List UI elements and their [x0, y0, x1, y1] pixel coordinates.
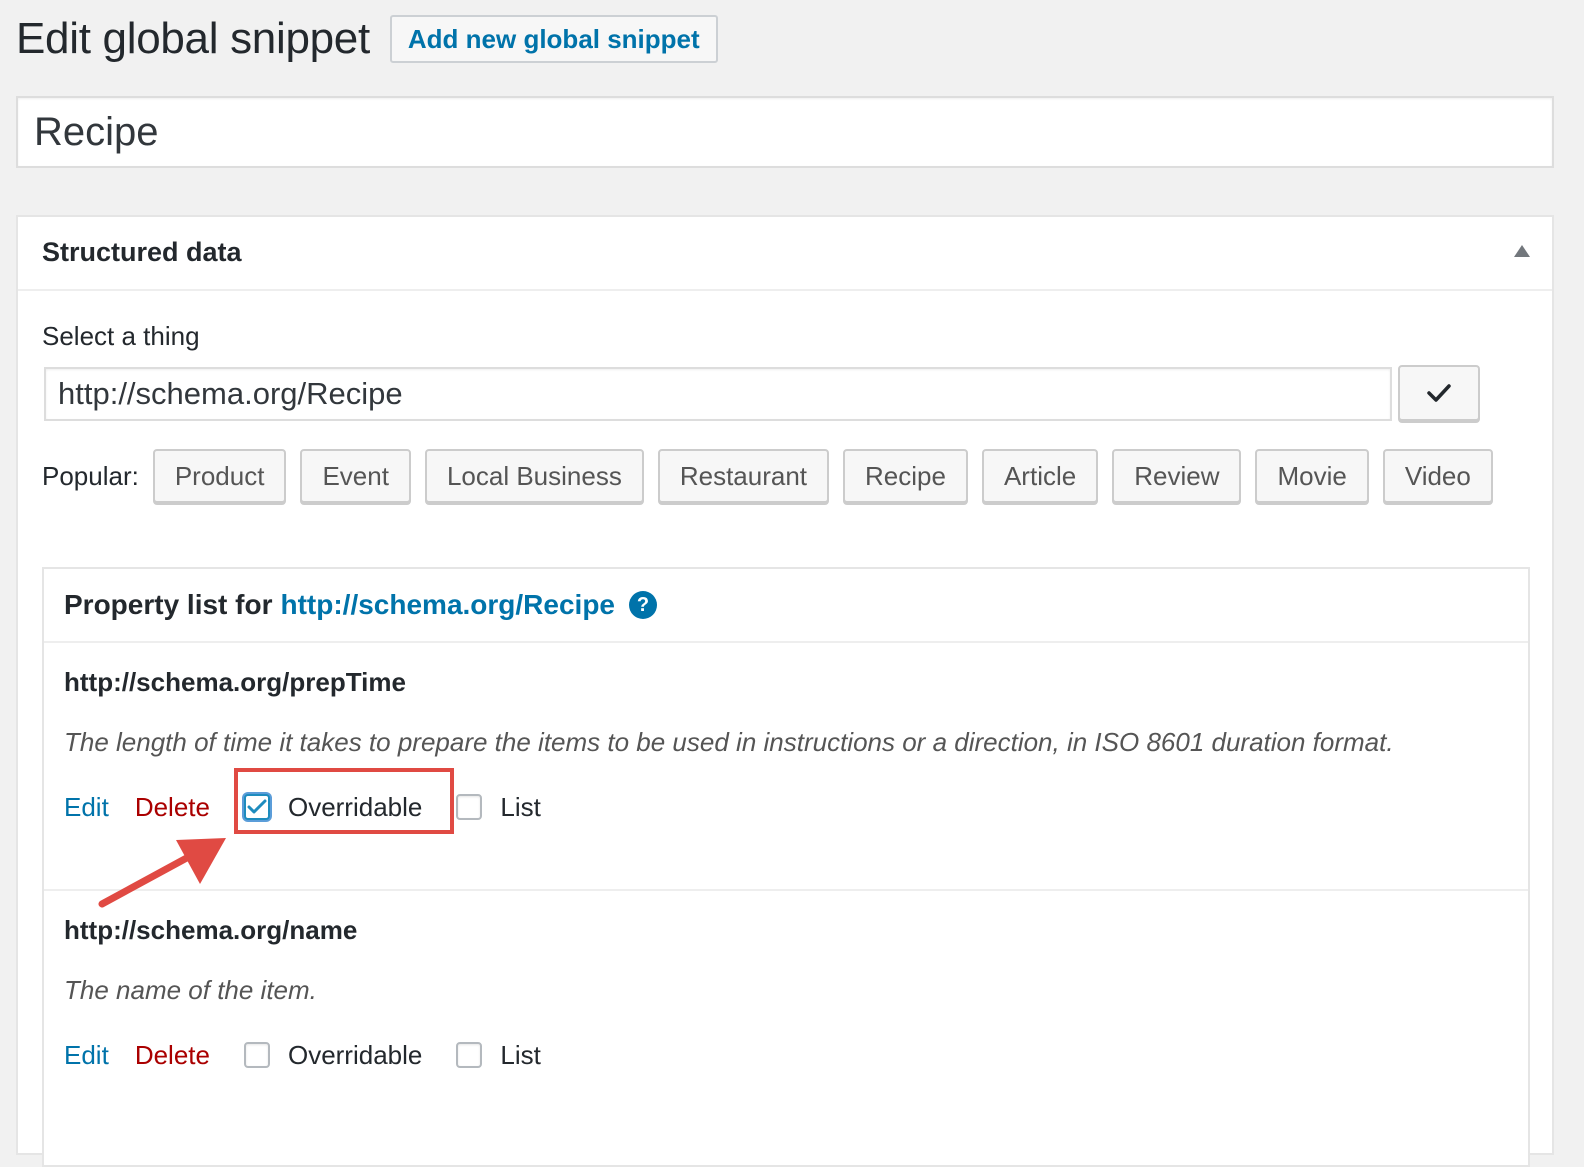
popular-button-article[interactable]: Article [981, 449, 1099, 503]
help-icon[interactable]: ? [629, 591, 657, 619]
overridable-checkbox[interactable] [243, 794, 270, 820]
list-checkbox[interactable] [456, 794, 483, 820]
popular-button-restaurant[interactable]: Restaurant [657, 449, 830, 503]
confirm-thing-button[interactable] [1398, 365, 1480, 421]
overridable-toggle[interactable]: Overridable [243, 791, 423, 823]
popular-button-product[interactable]: Product [152, 449, 287, 503]
structured-data-header: Structured data [18, 217, 1552, 291]
list-toggle[interactable]: List [456, 791, 541, 823]
popular-button-recipe[interactable]: Recipe [843, 449, 968, 503]
page-header: Edit global snippet Add new global snipp… [16, 14, 718, 64]
popular-button-review[interactable]: Review [1112, 449, 1242, 503]
delete-link[interactable]: Delete [135, 792, 210, 823]
overridable-checkbox[interactable] [243, 1042, 270, 1068]
property-list-header: Property list for http://schema.org/Reci… [44, 569, 1528, 643]
edit-link[interactable]: Edit [64, 1040, 109, 1071]
add-new-snippet-button[interactable]: Add new global snippet [389, 15, 718, 63]
list-checkbox[interactable] [456, 1042, 483, 1068]
overridable-label: Overridable [287, 1039, 423, 1070]
thing-url-input[interactable] [44, 367, 1392, 421]
popular-button-event[interactable]: Event [300, 449, 411, 503]
property-actions: Edit Delete Overridable List [64, 1035, 575, 1075]
delete-link[interactable]: Delete [135, 1040, 210, 1071]
list-toggle[interactable]: List [456, 1039, 541, 1071]
property-name: http://schema.org/name [64, 915, 358, 945]
property-actions: Edit Delete Overridable List [64, 787, 575, 827]
property-item: http://schema.org/name The name of the i… [44, 891, 1528, 1151]
popular-things-row: Popular: Product Event Local Business Re… [42, 449, 1493, 503]
property-description: The name of the item. [64, 975, 317, 1005]
property-list-panel: Property list for http://schema.org/Reci… [42, 567, 1530, 1167]
select-thing-label: Select a thing [42, 321, 200, 351]
overridable-label: Overridable [287, 791, 423, 822]
edit-link[interactable]: Edit [64, 792, 109, 823]
popular-button-movie[interactable]: Movie [1255, 449, 1369, 503]
property-description: The length of time it takes to prepare t… [64, 727, 1394, 757]
property-item: http://schema.org/prepTime The length of… [44, 643, 1528, 891]
overridable-toggle[interactable]: Overridable [243, 1039, 423, 1071]
list-label: List [500, 791, 541, 822]
structured-data-title: Structured data [42, 237, 242, 267]
snippet-title-input[interactable] [16, 96, 1554, 168]
checkmark-icon [1427, 384, 1451, 402]
list-label: List [500, 1039, 541, 1070]
popular-button-video[interactable]: Video [1382, 449, 1493, 503]
property-name: http://schema.org/prepTime [64, 667, 406, 697]
page-title: Edit global snippet [16, 14, 370, 63]
collapse-arrow-icon[interactable] [1514, 245, 1530, 257]
checkmark-icon [247, 799, 267, 814]
popular-label: Popular: [42, 460, 139, 491]
schema-type-link[interactable]: http://schema.org/Recipe [280, 589, 615, 621]
structured-data-panel: Structured data Select a thing Popular: … [16, 215, 1554, 1167]
property-list-title: Property list for [64, 589, 273, 620]
popular-button-local-business[interactable]: Local Business [424, 449, 644, 503]
